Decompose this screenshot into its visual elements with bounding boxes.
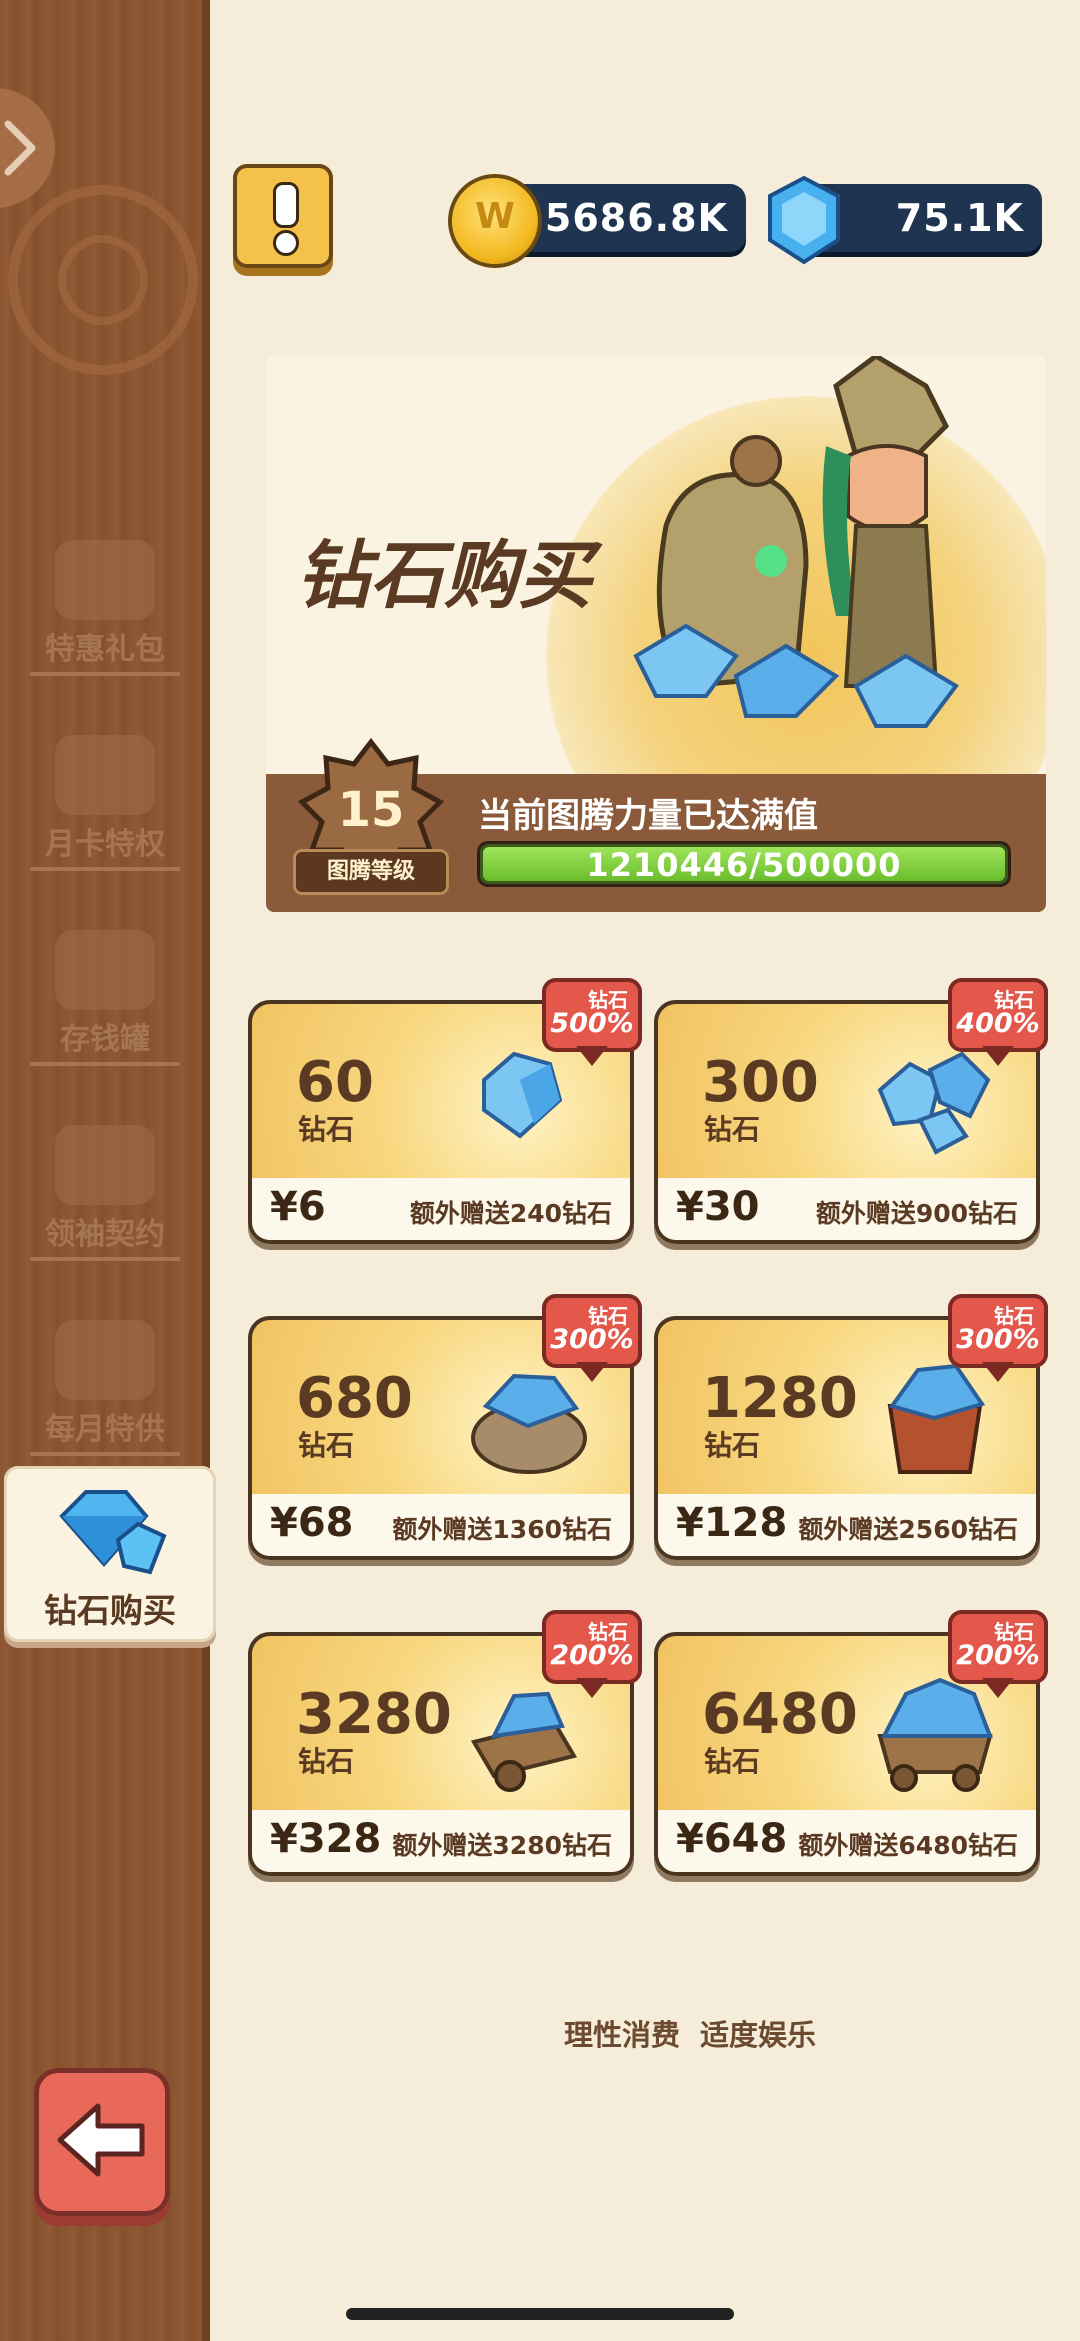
offer-footer: ¥328 额外赠送3280钻石 bbox=[252, 1810, 630, 1872]
bonus-percent-badge: 钻石 300% bbox=[542, 1294, 642, 1384]
diamond-purchase-banner: 钻石购买 15 图腾等级 当前图腾力量已达满值 1210446/500000 bbox=[266, 356, 1046, 912]
banner-title: 钻石购买 bbox=[296, 533, 592, 619]
sidebar-item-label: 领袖契约 bbox=[30, 1209, 180, 1261]
exclamation-dot bbox=[273, 230, 299, 256]
offer-bonus-text: 额外赠送1360钻石 bbox=[392, 1515, 612, 1544]
piggy-bank-icon bbox=[55, 930, 155, 1010]
spiral-emblem-icon bbox=[8, 185, 198, 375]
sidebar-item-piggy-bank[interactable]: 存钱罐 bbox=[30, 930, 180, 1080]
monthly-supply-icon bbox=[55, 1320, 155, 1400]
totem-level-value: 15 bbox=[337, 782, 405, 838]
offer-unit: 钻石 bbox=[704, 1745, 761, 1778]
offer-price: ¥68 bbox=[270, 1500, 354, 1546]
gift-chest-icon bbox=[55, 540, 155, 620]
offer-price: ¥648 bbox=[676, 1816, 788, 1862]
offer-price: ¥6 bbox=[270, 1184, 326, 1230]
sidebar-item-monthly-supply[interactable]: 每月特供 bbox=[30, 1320, 180, 1470]
diamond-value: 75.1K bbox=[895, 196, 1024, 240]
diamond-icon bbox=[59, 1490, 167, 1575]
badge-percent: 200% bbox=[956, 1640, 1040, 1671]
offer-footer: ¥648 额外赠送6480钻石 bbox=[658, 1810, 1036, 1872]
sidebar-item-label: 存钱罐 bbox=[30, 1014, 180, 1066]
progress-text: 1210446/500000 bbox=[586, 846, 902, 884]
sidebar-item-leader-contract[interactable]: 领袖契约 bbox=[30, 1125, 180, 1275]
bonus-percent-badge: 钻石 200% bbox=[542, 1610, 642, 1700]
offer-amount: 680 bbox=[296, 1366, 413, 1431]
offer-unit: 钻石 bbox=[704, 1113, 761, 1146]
gold-coin-icon bbox=[452, 178, 538, 264]
category-sidebar: 特惠礼包 月卡特权 存钱罐 领袖契约 每月特供 钻石购买 bbox=[0, 0, 216, 2341]
offer-bonus-text: 额外赠送900钻石 bbox=[815, 1199, 1018, 1228]
offer-footer: ¥128 额外赠送2560钻石 bbox=[658, 1494, 1036, 1556]
bonus-percent-badge: 钻石 500% bbox=[542, 978, 642, 1068]
arrow-left-icon bbox=[57, 2103, 145, 2177]
offer-bonus-text: 额外赠送6480钻石 bbox=[798, 1831, 1018, 1860]
offer-price: ¥30 bbox=[676, 1184, 760, 1230]
offer-amount: 300 bbox=[702, 1050, 819, 1115]
badge-percent: 500% bbox=[550, 1008, 634, 1039]
notice-button[interactable] bbox=[233, 164, 333, 268]
monthly-card-icon bbox=[55, 735, 155, 815]
offer-footer: ¥6 额外赠送240钻石 bbox=[252, 1178, 630, 1240]
totem-status-text: 当前图腾力量已达满值 bbox=[478, 796, 818, 836]
sidebar-item-label: 每月特供 bbox=[30, 1404, 180, 1456]
home-indicator[interactable] bbox=[346, 2308, 734, 2320]
gold-value: 5686.8K bbox=[544, 196, 728, 240]
offer-amount: 6480 bbox=[702, 1682, 858, 1747]
offer-price: ¥128 bbox=[676, 1500, 788, 1546]
offer-unit: 钻石 bbox=[298, 1113, 355, 1146]
sidebar-item-label: 钻石购买 bbox=[44, 1591, 176, 1630]
offer-unit: 钻石 bbox=[704, 1429, 761, 1462]
sidebar-item-special-gift[interactable]: 特惠礼包 bbox=[30, 540, 180, 690]
offer-unit: 钻石 bbox=[298, 1745, 355, 1778]
badge-percent: 400% bbox=[956, 1008, 1040, 1039]
chevron-right-icon bbox=[4, 120, 36, 176]
sidebar-item-monthly-card[interactable]: 月卡特权 bbox=[30, 735, 180, 885]
exclamation-icon bbox=[273, 182, 299, 228]
contract-scroll-icon bbox=[55, 1125, 155, 1205]
totem-progress-bar: 1210446/500000 bbox=[480, 844, 1008, 884]
offer-amount: 60 bbox=[296, 1050, 374, 1115]
offer-unit: 钻石 bbox=[298, 1429, 355, 1462]
badge-percent: 300% bbox=[550, 1324, 634, 1355]
badge-percent: 200% bbox=[550, 1640, 634, 1671]
bonus-percent-badge: 钻石 400% bbox=[948, 978, 1048, 1068]
responsible-gaming-note: 理性消费 适度娱乐 bbox=[563, 2018, 817, 2052]
sidebar-item-label: 特惠礼包 bbox=[30, 624, 180, 676]
diamond-icon bbox=[768, 175, 840, 265]
bonus-percent-badge: 钻石 200% bbox=[948, 1610, 1048, 1700]
offer-amount: 3280 bbox=[296, 1682, 452, 1747]
sidebar-item-label: 月卡特权 bbox=[30, 819, 180, 871]
offer-price: ¥328 bbox=[270, 1816, 382, 1862]
offer-footer: ¥30 额外赠送900钻石 bbox=[658, 1178, 1036, 1240]
badge-percent: 300% bbox=[956, 1324, 1040, 1355]
offer-footer: ¥68 额外赠送1360钻石 bbox=[252, 1494, 630, 1556]
offer-bonus-text: 额外赠送2560钻石 bbox=[798, 1515, 1018, 1544]
offer-bonus-text: 额外赠送240钻石 bbox=[409, 1199, 612, 1228]
offer-amount: 1280 bbox=[702, 1366, 858, 1431]
sidebar-expand-button[interactable] bbox=[0, 88, 55, 208]
offer-bonus-text: 额外赠送3280钻石 bbox=[392, 1831, 612, 1860]
back-button[interactable] bbox=[34, 2068, 170, 2216]
totem-level-label: 图腾等级 bbox=[296, 852, 446, 892]
bonus-percent-badge: 钻石 300% bbox=[948, 1294, 1048, 1384]
hero-character-illustration bbox=[633, 356, 959, 728]
sidebar-item-diamond-purchase[interactable]: 钻石购买 bbox=[4, 1466, 216, 1642]
